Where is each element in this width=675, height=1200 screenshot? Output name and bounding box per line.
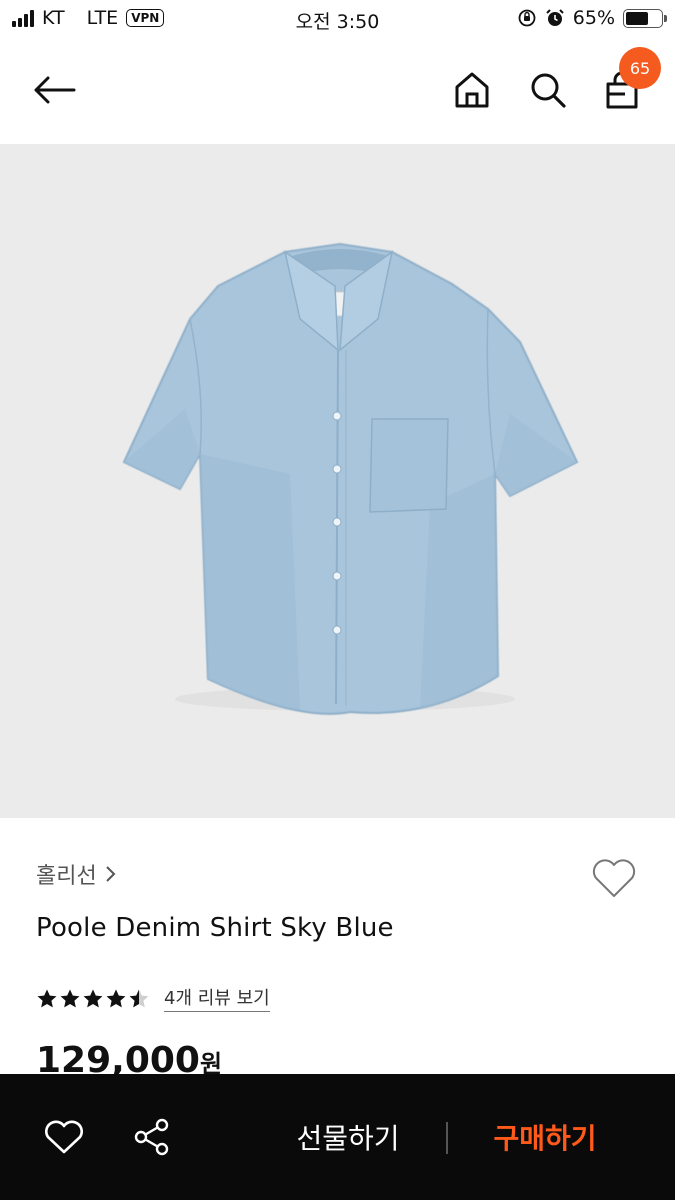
divider: [446, 1122, 448, 1154]
star-icon: [37, 989, 57, 1007]
heart-icon: [592, 859, 636, 897]
bottom-wishlist-button[interactable]: [40, 1114, 88, 1160]
status-right: 65%: [517, 7, 667, 29]
buy-button[interactable]: 구매하기: [467, 1114, 623, 1160]
cart-count-badge: 65: [619, 47, 661, 89]
alarm-icon: [546, 9, 564, 26]
star-icon: [83, 989, 103, 1007]
back-button[interactable]: [28, 68, 80, 112]
battery-percent: 65%: [572, 7, 615, 29]
orientation-lock-icon: [518, 9, 536, 27]
star-icon: [106, 989, 126, 1007]
status-bar: KT LTE VPN 오전 3:50 65%: [0, 0, 675, 38]
shirt-illustration: [122, 242, 579, 715]
home-button[interactable]: [450, 68, 494, 112]
heart-icon: [45, 1120, 83, 1154]
gift-button[interactable]: 선물하기: [270, 1114, 426, 1160]
back-arrow-icon: [34, 76, 76, 104]
chevron-right-icon: [106, 866, 116, 882]
bottom-action-bar: 선물하기 구매하기: [0, 1074, 675, 1200]
product-image[interactable]: [0, 144, 675, 818]
brand-name: 홀리선: [36, 864, 97, 889]
wishlist-button[interactable]: [588, 855, 640, 901]
share-button[interactable]: [128, 1114, 176, 1160]
star-icon: [60, 989, 80, 1007]
rating-row: 4개 리뷰 보기: [36, 984, 270, 1012]
rating-stars: [36, 988, 150, 1009]
brand-link[interactable]: 홀리선: [36, 858, 117, 890]
battery-fill: [626, 11, 649, 25]
top-nav: 65: [0, 38, 675, 144]
share-icon: [134, 1118, 169, 1156]
review-link[interactable]: 4개 리뷰 보기: [164, 984, 270, 1012]
star-icon: [129, 989, 149, 1007]
search-button[interactable]: [526, 68, 570, 112]
home-icon: [455, 72, 489, 108]
search-icon: [531, 73, 566, 108]
battery-icon: [623, 8, 667, 28]
product-name: Poole Denim Shirt Sky Blue: [36, 913, 394, 943]
